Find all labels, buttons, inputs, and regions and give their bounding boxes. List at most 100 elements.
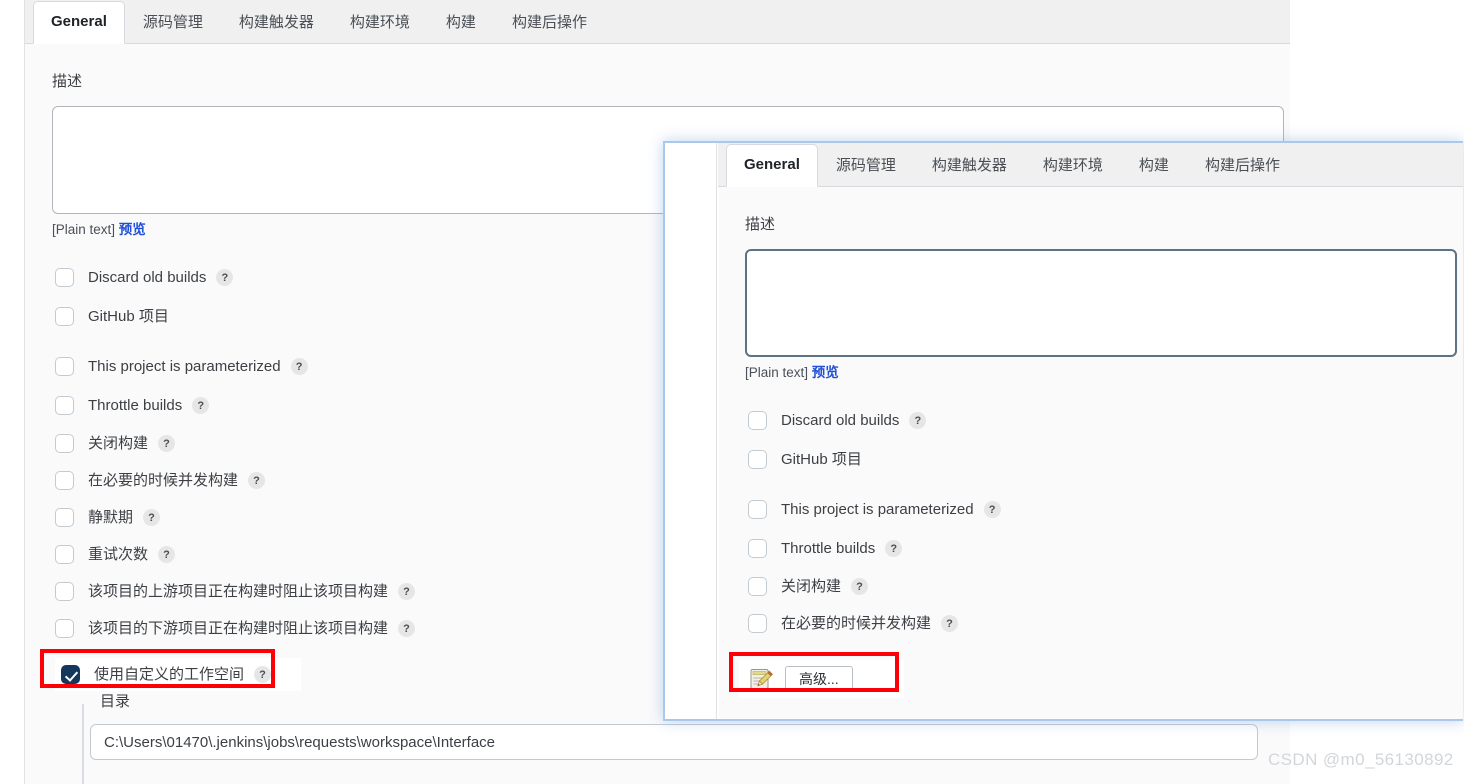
checkbox-label: This project is parameterized	[88, 358, 281, 375]
plain-text-note: [Plain text]	[52, 222, 116, 237]
directory-label: 目录	[100, 693, 131, 710]
checkbox-label: 静默期	[88, 509, 134, 526]
screenshot-root: General 源码管理 构建触发器 构建环境 构建 构建后操作 描述 [Pla…	[0, 0, 1464, 784]
help-icon[interactable]: ?	[158, 546, 176, 563]
checkbox-label: Discard old builds	[781, 412, 900, 429]
checkbox-label: 在必要的时候并发构建	[781, 615, 932, 632]
checkbox-label: Discard old builds	[88, 269, 207, 286]
description-label: 描述	[52, 73, 83, 90]
overlay-tab-build-environment[interactable]: 构建环境	[1025, 145, 1121, 187]
overlay-advanced-row: 高级...	[739, 660, 904, 698]
overlay-checkbox-row-github-project[interactable]: GitHub 项目	[748, 450, 862, 469]
help-icon[interactable]: ?	[983, 501, 1001, 518]
tab-build[interactable]: 构建	[428, 2, 494, 44]
checkbox-row-retry-count[interactable]: 重试次数 ?	[55, 545, 176, 564]
checkbox-label: This project is parameterized	[781, 501, 974, 518]
overlay-tab-source-code-management[interactable]: 源码管理	[818, 145, 914, 187]
tab-source-code-management[interactable]: 源码管理	[125, 2, 221, 44]
checkbox-row-block-upstream[interactable]: 该项目的上游项目正在构建时阻止该项目构建 ?	[55, 582, 416, 601]
checkbox-row-discard-old-builds[interactable]: Discard old builds ?	[55, 268, 234, 287]
main-panel-left-gutter	[0, 0, 25, 784]
overlay-checkbox-row-discard-old-builds[interactable]: Discard old builds ?	[748, 411, 927, 430]
checkbox-row-github-project[interactable]: GitHub 项目	[55, 307, 169, 326]
overlay-checkbox-this-project-is-parameterized[interactable]	[748, 500, 767, 519]
checkbox-row-block-downstream[interactable]: 该项目的下游项目正在构建时阻止该项目构建 ?	[55, 619, 416, 638]
overlay-description-textarea[interactable]	[745, 249, 1457, 357]
tab-build-triggers[interactable]: 构建触发器	[221, 2, 332, 44]
overlay-checkbox-row-this-project-is-parameterized[interactable]: This project is parameterized ?	[748, 500, 1001, 519]
help-icon[interactable]: ?	[158, 435, 176, 452]
overlay-checkbox-disable-build[interactable]	[748, 577, 767, 596]
nested-section-indent-line	[82, 704, 84, 784]
checkbox-block-downstream[interactable]	[55, 619, 74, 638]
checkbox-row-disable-build[interactable]: 关闭构建 ?	[55, 434, 176, 453]
overlay-tab-build[interactable]: 构建	[1121, 145, 1187, 187]
overlay-description-format-hint: [Plain text] 预览	[745, 364, 839, 382]
checkbox-this-project-is-parameterized[interactable]	[55, 357, 74, 376]
checkbox-github-project[interactable]	[55, 307, 74, 326]
help-icon[interactable]: ?	[192, 397, 210, 414]
help-icon[interactable]: ?	[254, 666, 272, 683]
overlay-tabbar: General 源码管理 构建触发器 构建环境 构建 构建后操作	[718, 143, 1463, 187]
checkbox-row-this-project-is-parameterized[interactable]: This project is parameterized ?	[55, 357, 308, 376]
tab-general[interactable]: General	[33, 1, 125, 44]
overlay-checkbox-row-throttle-builds[interactable]: Throttle builds ?	[748, 539, 903, 558]
checkbox-quiet-period[interactable]	[55, 508, 74, 527]
notepad-pencil-icon	[749, 667, 775, 691]
checkbox-label: 该项目的上游项目正在构建时阻止该项目构建	[88, 583, 389, 600]
help-icon[interactable]: ?	[398, 583, 416, 600]
help-icon[interactable]: ?	[290, 358, 308, 375]
checkbox-label: 该项目的下游项目正在构建时阻止该项目构建	[88, 620, 389, 637]
checkbox-throttle-builds[interactable]	[55, 396, 74, 415]
checkbox-disable-build[interactable]	[55, 434, 74, 453]
help-icon[interactable]: ?	[143, 509, 161, 526]
checkbox-retry-count[interactable]	[55, 545, 74, 564]
advanced-button[interactable]: 高级...	[785, 666, 853, 692]
checkbox-discard-old-builds[interactable]	[55, 268, 74, 287]
checkbox-block-upstream[interactable]	[55, 582, 74, 601]
overlay-tab-build-triggers[interactable]: 构建触发器	[914, 145, 1025, 187]
checkbox-label: 重试次数	[88, 546, 149, 563]
main-panel-tabbar: General 源码管理 构建触发器 构建环境 构建 构建后操作	[25, 0, 1290, 44]
checkbox-row-throttle-builds[interactable]: Throttle builds ?	[55, 396, 210, 415]
checkbox-row-concurrent-builds[interactable]: 在必要的时候并发构建 ?	[55, 471, 266, 490]
help-icon[interactable]: ?	[851, 578, 869, 595]
checkbox-label: GitHub 项目	[88, 308, 169, 325]
overlay-checkbox-throttle-builds[interactable]	[748, 539, 767, 558]
checkbox-label: 使用自定义的工作空间	[94, 666, 245, 683]
description-format-hint: [Plain text] 预览	[52, 221, 146, 239]
checkbox-use-custom-workspace[interactable]	[61, 665, 80, 684]
overlay-checkbox-discard-old-builds[interactable]	[748, 411, 767, 430]
help-icon[interactable]: ?	[909, 412, 927, 429]
overlay-body: 描述 [Plain text] 预览 Discard old builds ? …	[719, 187, 1463, 719]
overlay-checkbox-concurrent-builds[interactable]	[748, 614, 767, 633]
overlay-checkbox-github-project[interactable]	[748, 450, 767, 469]
overlay-preview-link[interactable]: 预览	[812, 365, 839, 380]
overlay-description-label: 描述	[745, 216, 776, 233]
help-icon[interactable]: ?	[216, 269, 234, 286]
overlay-left-gutter	[665, 143, 717, 719]
checkbox-label: Throttle builds	[88, 397, 183, 414]
checkbox-label: GitHub 项目	[781, 451, 862, 468]
overlay-tab-general[interactable]: General	[726, 144, 818, 187]
directory-input[interactable]: C:\Users\01470\.jenkins\jobs\requests\wo…	[90, 724, 1258, 760]
checkbox-concurrent-builds[interactable]	[55, 471, 74, 490]
checkbox-label: 关闭构建	[88, 435, 149, 452]
help-icon[interactable]: ?	[398, 620, 416, 637]
checkbox-label: Throttle builds	[781, 540, 876, 557]
help-icon[interactable]: ?	[941, 615, 959, 632]
checkbox-row-quiet-period[interactable]: 静默期 ?	[55, 508, 161, 527]
help-icon[interactable]: ?	[248, 472, 266, 489]
checkbox-label: 在必要的时候并发构建	[88, 472, 239, 489]
overlay-plain-text-note: [Plain text]	[745, 365, 809, 380]
overlay-tab-post-build-actions[interactable]: 构建后操作	[1187, 145, 1298, 187]
overlay-checkbox-row-disable-build[interactable]: 关闭构建 ?	[748, 577, 869, 596]
help-icon[interactable]: ?	[885, 540, 903, 557]
tab-post-build-actions[interactable]: 构建后操作	[494, 2, 605, 44]
preview-link[interactable]: 预览	[119, 222, 146, 237]
watermark: CSDN @m0_56130892	[1268, 750, 1454, 769]
overlay-checkbox-row-concurrent-builds[interactable]: 在必要的时候并发构建 ?	[748, 614, 959, 633]
tab-build-environment[interactable]: 构建环境	[332, 2, 428, 44]
overlay-config-panel: General 源码管理 构建触发器 构建环境 构建 构建后操作 描述 [Pla…	[663, 141, 1463, 721]
checkbox-row-use-custom-workspace[interactable]: 使用自定义的工作空间 ?	[55, 658, 302, 691]
